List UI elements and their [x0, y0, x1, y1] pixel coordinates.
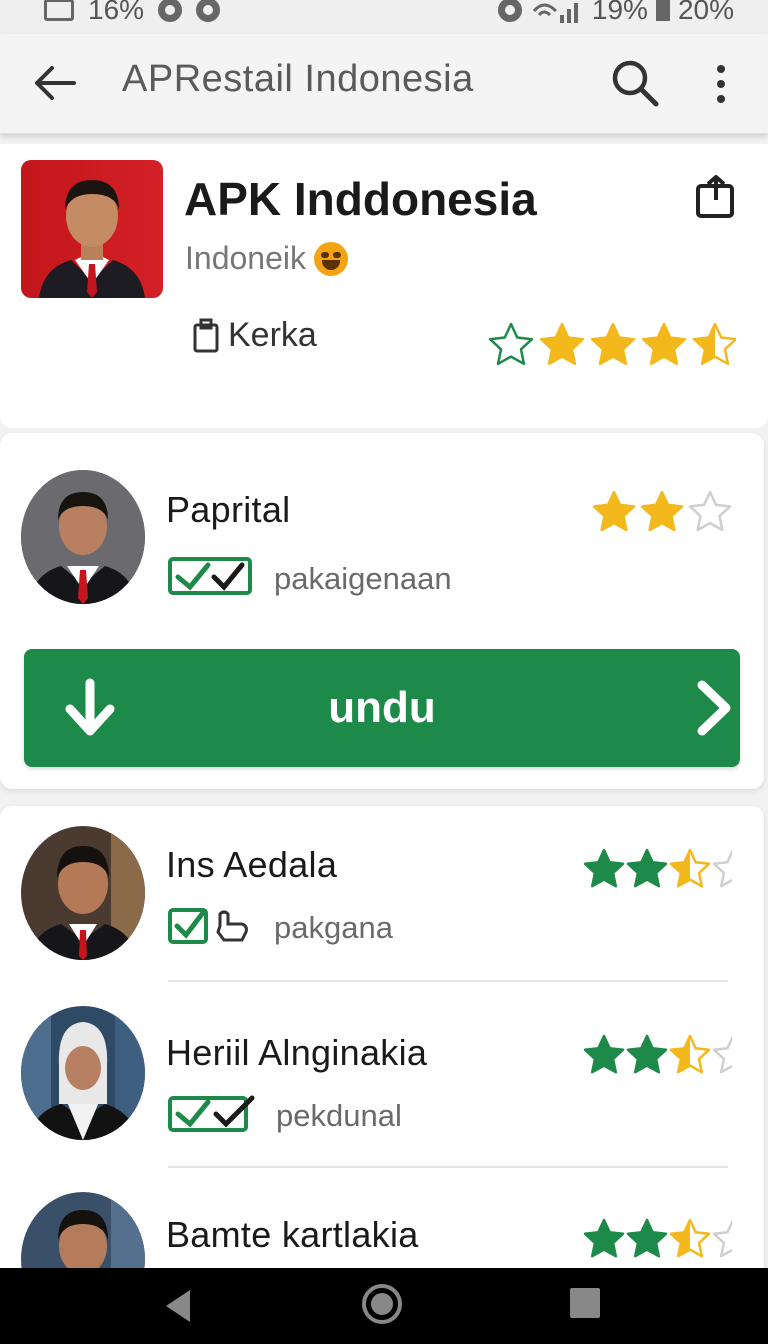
star-icon	[692, 322, 736, 366]
star-icon	[669, 1034, 711, 1074]
list-item-title: Bamte kartlakia	[166, 1214, 419, 1255]
install-info: Kerka	[192, 316, 317, 355]
verified-badge-icon	[168, 1095, 255, 1132]
signal-percent: 19%	[591, 0, 648, 25]
app-bar-title: APRestail Indonesia	[122, 58, 474, 100]
list-item-rating-stars	[583, 848, 732, 888]
avatar	[21, 826, 145, 960]
check-hand-badge-icon	[168, 908, 248, 944]
list-item-rating-stars	[583, 1218, 732, 1258]
list-item-subtitle: pakgana	[274, 910, 393, 945]
featured-rating-stars	[592, 490, 732, 532]
star-icon	[712, 1219, 732, 1258]
download-label: undu	[328, 683, 436, 732]
clipboard-icon	[193, 318, 219, 352]
screenshot-icon	[44, 0, 74, 21]
star-icon	[712, 1035, 732, 1074]
battery-percent: 20%	[677, 0, 734, 25]
divider	[168, 980, 728, 982]
app-name: APK Inddonesia	[184, 173, 537, 225]
status-bar: 16% 19% 20%	[0, 0, 768, 34]
alarm-icon	[497, 0, 522, 22]
back-arrow-icon[interactable]	[30, 58, 80, 108]
star-icon	[626, 1218, 668, 1258]
star-icon	[640, 490, 684, 532]
app-bar: APRestail Indonesia	[0, 34, 768, 134]
developer-row[interactable]: Indoneik	[185, 240, 348, 277]
star-icon	[590, 322, 636, 366]
nav-back-icon[interactable]	[160, 1286, 196, 1326]
emoji-icon	[313, 241, 348, 276]
chevron-right-icon	[697, 680, 731, 736]
app-logo	[21, 160, 163, 298]
star-icon	[626, 1034, 668, 1074]
list-item-subtitle: pekdunal	[276, 1098, 402, 1133]
app-rating-stars	[488, 322, 736, 366]
list-item-title: Ins Aedala	[166, 844, 338, 885]
battery-icon	[655, 0, 670, 21]
star-icon	[583, 1034, 625, 1074]
app-header-card: APK Inddonesia Indoneik Kerka	[0, 144, 768, 428]
star-icon	[669, 848, 711, 888]
location-icon	[196, 0, 221, 22]
list-item-rating-stars	[583, 1034, 732, 1074]
star-icon	[539, 322, 585, 366]
featured-title[interactable]: Paprital	[166, 489, 290, 531]
star-icon	[688, 490, 732, 532]
star-icon	[626, 848, 668, 888]
nav-home-icon[interactable]	[360, 1282, 404, 1326]
developer-name: Indoneik	[185, 240, 306, 276]
share-icon[interactable]	[694, 174, 738, 220]
avatar	[21, 470, 145, 604]
star-icon	[592, 490, 636, 532]
star-icon	[641, 322, 687, 366]
status-left-percent: 16%	[88, 0, 145, 25]
install-label: Kerka	[228, 316, 317, 354]
more-options-icon[interactable]	[706, 62, 736, 106]
avatar	[21, 1006, 145, 1140]
star-icon	[488, 322, 534, 366]
divider	[168, 1166, 728, 1168]
star-icon	[583, 1218, 625, 1258]
star-icon	[712, 849, 732, 888]
download-button[interactable]: undu	[24, 649, 740, 767]
list-item-title: Heriil Alnginakia	[166, 1032, 428, 1073]
star-icon	[583, 848, 625, 888]
star-icon	[669, 1218, 711, 1258]
featured-card: Paprital pakaigenaan undu	[0, 433, 764, 789]
signal-icon	[532, 3, 578, 23]
nav-recents-icon[interactable]	[568, 1286, 602, 1320]
featured-subtitle: pakaigenaan	[274, 561, 452, 596]
system-nav-bar	[0, 1268, 768, 1344]
search-icon[interactable]	[608, 56, 662, 110]
notification-icon	[158, 0, 183, 22]
verified-badge-icon	[168, 557, 252, 595]
app-list-card: Ins Aedala pakgana Heriil Alnginakia pek…	[0, 806, 764, 1326]
